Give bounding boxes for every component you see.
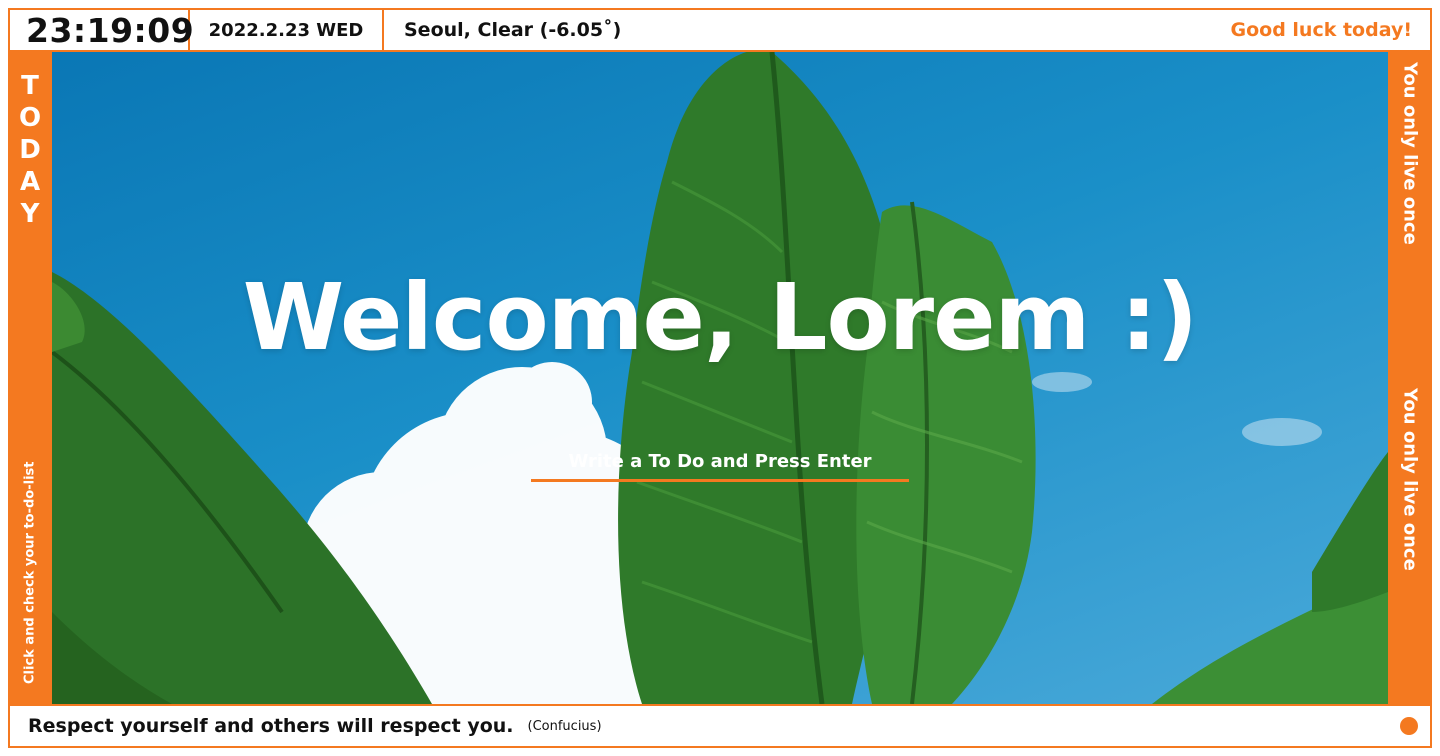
quote-text: Respect yourself and others will respect…	[28, 715, 514, 737]
background-photo	[52, 52, 1388, 704]
motto-text-bottom: You only live once	[1399, 388, 1421, 571]
welcome-heading: Welcome, Lorem :)	[242, 264, 1198, 371]
today-letter: A	[19, 167, 41, 197]
today-letter: D	[19, 135, 41, 165]
top-bar: 23:19:09 2022.2.23 WED Seoul, Clear (-6.…	[10, 10, 1430, 50]
weather-display: Seoul, Clear (-6.05˚)	[404, 19, 622, 41]
motto-text-top: You only live once	[1399, 62, 1421, 245]
today-label: T O D A Y	[8, 70, 52, 230]
hero-background: Welcome, Lorem :)	[52, 52, 1388, 704]
todo-list-link[interactable]: Click and check your to-do-list	[8, 444, 52, 684]
todo-input[interactable]	[531, 444, 909, 482]
right-rail: You only live once You only live once	[1388, 52, 1432, 704]
quote-bar: Respect yourself and others will respect…	[10, 706, 1430, 746]
left-rail: T O D A Y Click and check your to-do-lis…	[8, 52, 52, 704]
today-letter: Y	[20, 199, 40, 229]
today-letter: T	[21, 71, 39, 101]
today-letter: O	[18, 103, 42, 133]
quote-author: (Confucius)	[527, 718, 602, 734]
date-display: 2022.2.23 WED	[190, 10, 384, 50]
clock: 23:19:09	[10, 10, 194, 50]
greeting-text: Good luck today!	[1230, 19, 1413, 41]
settings-dot-button[interactable]	[1400, 717, 1418, 735]
